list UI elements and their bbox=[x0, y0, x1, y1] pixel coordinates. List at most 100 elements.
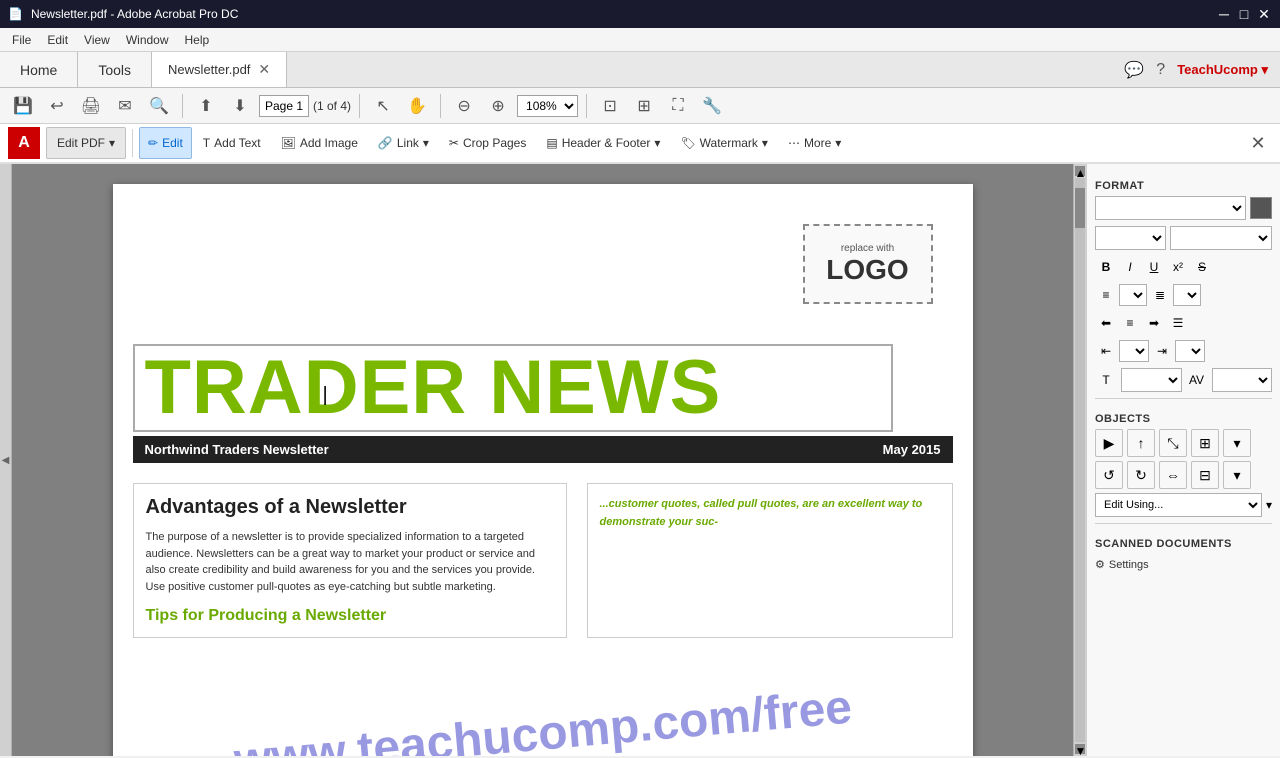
crop-pages-button[interactable]: ✂ Crop Pages bbox=[440, 127, 535, 159]
scan-settings-item[interactable]: ⚙ Settings bbox=[1095, 554, 1272, 575]
strikethrough-button[interactable]: S bbox=[1191, 256, 1213, 278]
font-color-box[interactable] bbox=[1250, 197, 1272, 219]
maximize-button[interactable]: □ bbox=[1236, 6, 1252, 22]
more-chevron-icon: ▾ bbox=[835, 136, 841, 150]
font-style-select[interactable] bbox=[1170, 226, 1272, 250]
menu-help[interactable]: Help bbox=[177, 31, 218, 49]
print-button[interactable]: 🖨 bbox=[76, 92, 106, 120]
left-panel-handle[interactable]: ◀ bbox=[0, 164, 12, 756]
pan-tool-button[interactable]: ✋ bbox=[402, 92, 432, 120]
edit-label: Edit bbox=[162, 136, 183, 150]
link-chevron-icon: ▾ bbox=[423, 136, 429, 150]
page-input[interactable] bbox=[259, 95, 309, 117]
edit-using-select[interactable]: Edit Using... bbox=[1095, 493, 1262, 517]
list-style-row: ≡ ≣ bbox=[1095, 284, 1272, 306]
play-object-button[interactable]: ▶ bbox=[1095, 429, 1123, 457]
bold-button[interactable]: B bbox=[1095, 256, 1117, 278]
bullet-list-button[interactable]: ≡ bbox=[1095, 284, 1117, 306]
up-object-button[interactable]: ↑ bbox=[1127, 429, 1155, 457]
logo-placeholder[interactable]: replace with LOGO bbox=[803, 224, 933, 304]
scroll-track[interactable] bbox=[1075, 178, 1085, 742]
minimize-button[interactable]: ─ bbox=[1216, 6, 1232, 22]
numbered-list-button[interactable]: ≣ bbox=[1149, 284, 1171, 306]
scroll-up-btn[interactable]: ▲ bbox=[1075, 166, 1085, 176]
menu-window[interactable]: Window bbox=[118, 31, 177, 49]
acrobat-icon[interactable]: A bbox=[8, 127, 40, 159]
close-window-button[interactable]: ✕ bbox=[1256, 6, 1272, 22]
fit-page-button[interactable]: ⊡ bbox=[595, 92, 625, 120]
arrange-chevron-button[interactable]: ▾ bbox=[1223, 429, 1251, 457]
kerning-button[interactable]: AV bbox=[1186, 369, 1208, 391]
font-size-select[interactable] bbox=[1095, 226, 1166, 250]
indent-select[interactable] bbox=[1119, 340, 1149, 362]
user-account[interactable]: TeachUcomp ▾ bbox=[1177, 62, 1268, 78]
align-objects-button[interactable]: ⊟ bbox=[1191, 461, 1219, 489]
trader-news-container[interactable]: TRADER NEWS bbox=[133, 344, 893, 432]
align-center-button[interactable]: ≡ bbox=[1119, 312, 1141, 334]
menu-view[interactable]: View bbox=[76, 31, 118, 49]
email-button[interactable]: ✉ bbox=[110, 92, 140, 120]
save-button[interactable]: 💾 bbox=[8, 92, 38, 120]
rotate-right-button[interactable]: ↻ bbox=[1127, 461, 1155, 489]
scroll-thumb[interactable] bbox=[1075, 188, 1085, 228]
font-family-select[interactable] bbox=[1095, 196, 1246, 220]
window-title: Newsletter.pdf - Adobe Acrobat Pro DC bbox=[31, 7, 238, 21]
tab-home[interactable]: Home bbox=[0, 52, 78, 87]
scrollbar-right[interactable]: ▲ ▼ bbox=[1073, 164, 1085, 756]
help-icon[interactable]: ? bbox=[1156, 61, 1165, 79]
zoom-select[interactable]: 108% 100% 75% 50% bbox=[517, 95, 578, 117]
watermark-button[interactable]: 🏷 Watermark ▾ bbox=[671, 127, 777, 159]
text-size-button[interactable]: T bbox=[1095, 369, 1117, 391]
bullet-style-select[interactable] bbox=[1119, 284, 1147, 306]
edit-toolbar: A Edit PDF ▾ ✏ Edit T Add Text 🖼 Add Ima… bbox=[0, 124, 1280, 164]
right-panel-scroll[interactable]: FORMAT B I U x² S ≡ bbox=[1087, 164, 1280, 756]
title-bar-controls[interactable]: ─ □ ✕ bbox=[1216, 6, 1272, 22]
edit-button[interactable]: ✏ Edit bbox=[139, 127, 192, 159]
spacing-select[interactable] bbox=[1121, 368, 1182, 392]
flip-button[interactable]: ⇔ bbox=[1159, 461, 1187, 489]
kerning-select[interactable] bbox=[1212, 368, 1273, 392]
menu-file[interactable]: File bbox=[4, 31, 39, 49]
comment-icon[interactable]: 💬 bbox=[1124, 60, 1144, 80]
align-left-button[interactable]: ⬅ bbox=[1095, 312, 1117, 334]
link-button[interactable]: 🔗 Link ▾ bbox=[369, 127, 438, 159]
menu-edit[interactable]: Edit bbox=[39, 31, 76, 49]
fit-width-button[interactable]: ⊞ bbox=[629, 92, 659, 120]
undo-button[interactable]: ↩ bbox=[42, 92, 72, 120]
select-tool-button[interactable]: ↖ bbox=[368, 92, 398, 120]
more-button[interactable]: ⋯ More ▾ bbox=[779, 127, 850, 159]
tools-button[interactable]: 🔧 bbox=[697, 92, 727, 120]
align-right-button[interactable]: ➡ bbox=[1143, 312, 1165, 334]
logo-replace-text: replace with bbox=[841, 243, 894, 254]
tab-tools[interactable]: Tools bbox=[78, 52, 152, 87]
toolbar-sep-4 bbox=[586, 94, 587, 118]
full-screen-button[interactable]: ⛶ bbox=[663, 92, 693, 120]
tab-document[interactable]: Newsletter.pdf ✕ bbox=[152, 52, 287, 87]
close-edit-toolbar-button[interactable]: ✕ bbox=[1244, 129, 1272, 157]
increase-indent-button[interactable]: ⇥ bbox=[1151, 340, 1173, 362]
arrange-object-button[interactable]: ⊞ bbox=[1191, 429, 1219, 457]
edit-pdf-button[interactable]: Edit PDF ▾ bbox=[46, 127, 126, 159]
next-page-button[interactable]: ⬇ bbox=[225, 92, 255, 120]
underline-button[interactable]: U bbox=[1143, 256, 1165, 278]
indent-select-2[interactable] bbox=[1175, 340, 1205, 362]
align-chevron-button[interactable]: ▾ bbox=[1223, 461, 1251, 489]
add-text-button[interactable]: T Add Text bbox=[194, 127, 270, 159]
scroll-down-btn[interactable]: ▼ bbox=[1075, 744, 1085, 754]
decrease-indent-button[interactable]: ⇤ bbox=[1095, 340, 1117, 362]
prev-page-button[interactable]: ⬆ bbox=[191, 92, 221, 120]
pdf-scroll[interactable]: replace with LOGO TRADER NEWS Northwind … bbox=[12, 164, 1073, 756]
search-button[interactable]: 🔍 bbox=[144, 92, 174, 120]
zoom-in-button[interactable]: ⊕ bbox=[483, 92, 513, 120]
add-image-button[interactable]: 🖼 Add Image bbox=[272, 127, 367, 159]
header-footer-button[interactable]: ▤ Header & Footer ▾ bbox=[537, 127, 669, 159]
zoom-out-button[interactable]: ⊖ bbox=[449, 92, 479, 120]
number-style-select[interactable] bbox=[1173, 284, 1201, 306]
superscript-button[interactable]: x² bbox=[1167, 256, 1189, 278]
tab-bar-right: 💬 ? TeachUcomp ▾ bbox=[1112, 52, 1280, 87]
doc-tab-close[interactable]: ✕ bbox=[258, 61, 270, 78]
resize-object-button[interactable]: ⤡ bbox=[1159, 429, 1187, 457]
rotate-left-button[interactable]: ↺ bbox=[1095, 461, 1123, 489]
justify-button[interactable]: ☰ bbox=[1167, 312, 1189, 334]
italic-button[interactable]: I bbox=[1119, 256, 1141, 278]
